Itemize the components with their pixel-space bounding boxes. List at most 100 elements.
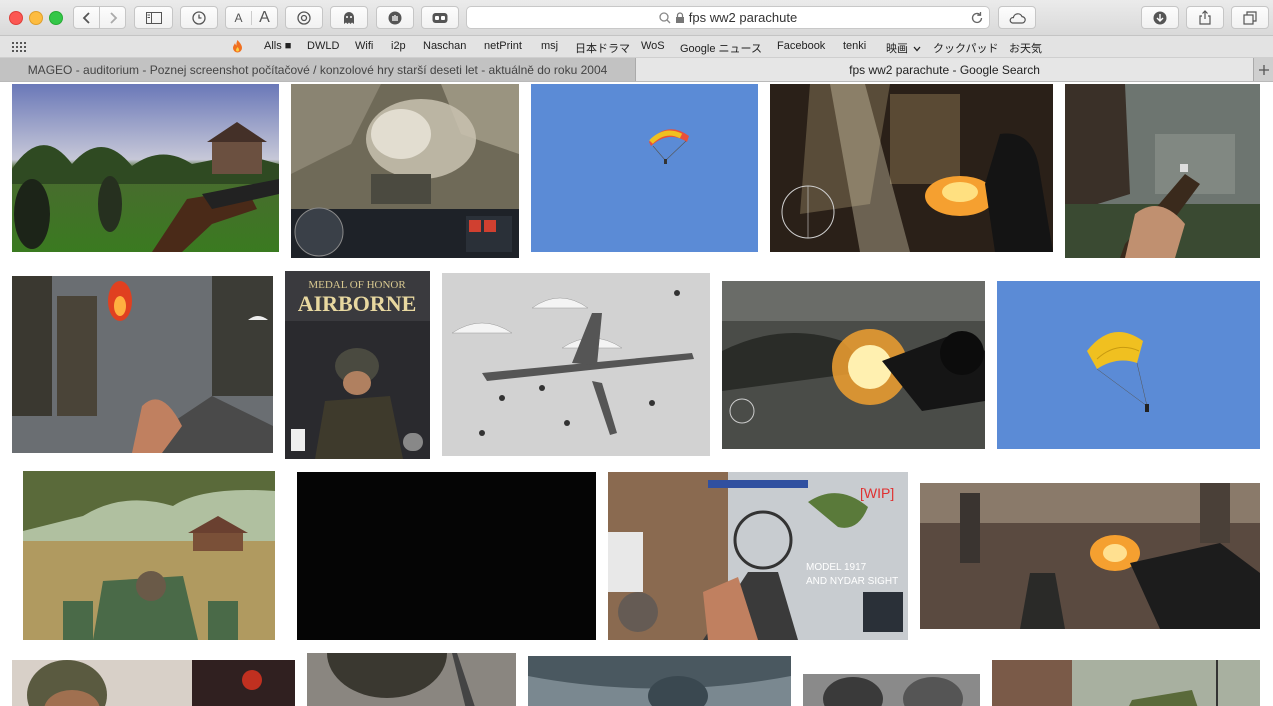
ghost-extension-button[interactable] <box>330 6 368 29</box>
image-result[interactable] <box>992 660 1260 706</box>
paratroopers-plane-image <box>442 273 710 456</box>
image-result[interactable] <box>803 674 980 706</box>
tab-google-search[interactable]: fps ww2 parachute - Google Search <box>636 58 1253 81</box>
image-result[interactable] <box>291 84 519 258</box>
field-soldiers-image <box>12 84 279 252</box>
icloud-button[interactable] <box>998 6 1036 29</box>
bookmark-weather[interactable]: お天気 <box>1009 40 1042 56</box>
share-button[interactable] <box>1186 6 1224 29</box>
image-result[interactable] <box>297 472 596 640</box>
plus-icon <box>1258 64 1269 75</box>
zoom-window-button[interactable] <box>49 11 63 25</box>
image-result[interactable]: MODEL 1917 AND NYDAR SIGHT [WIP] <box>608 472 908 640</box>
reload-icon[interactable] <box>970 11 984 25</box>
image-result[interactable]: MEDAL OF HONOR AIRBORNE <box>285 271 430 459</box>
tab-title: MAGEO - auditorium - Poznej screenshot p… <box>27 62 608 77</box>
minimize-window-button[interactable] <box>29 11 43 25</box>
grid-icon[interactable] <box>12 42 26 52</box>
sniper-muzzle-flash-image <box>722 281 985 449</box>
cover-title-line2: AIRBORNE <box>298 291 417 316</box>
parachute-sky-image <box>531 84 758 252</box>
soldier-portrait-image <box>12 660 295 706</box>
image-result[interactable] <box>997 281 1260 449</box>
street-tank-image <box>992 660 1260 706</box>
text-size-control: A A <box>225 6 278 29</box>
bookmark-google-news[interactable]: Google ニュース <box>680 40 762 56</box>
reader-extension-button[interactable] <box>285 6 323 29</box>
cover-title-line1: MEDAL OF HONOR <box>308 279 406 291</box>
hud-wip-label: [WIP] <box>860 485 894 501</box>
address-bar[interactable]: fps ww2 parachute <box>466 6 990 29</box>
image-result[interactable] <box>307 653 516 706</box>
tab-bar: MAGEO - auditorium - Poznej screenshot p… <box>0 58 1273 82</box>
hud-label-line2: AND NYDAR SIGHT <box>806 576 898 587</box>
cloud-icon <box>1009 12 1026 24</box>
bookmark-dwld[interactable]: DWLD <box>307 40 339 52</box>
bookmark-movies-label: 映画 <box>886 43 908 55</box>
bookmark-netprint[interactable]: netPrint <box>484 40 522 52</box>
forward-button[interactable] <box>99 6 126 29</box>
foggy-forest-gun-image <box>1065 84 1260 258</box>
bookmark-i2p[interactable]: i2p <box>391 40 406 52</box>
bookmark-alls[interactable]: Alls ■ <box>264 40 291 52</box>
bookmark-facebook[interactable]: Facebook <box>777 40 825 52</box>
text-larger-button[interactable]: A <box>252 9 277 27</box>
history-button[interactable] <box>180 6 218 29</box>
image-result[interactable] <box>920 483 1260 629</box>
grayscale-soldiers-image <box>803 674 980 706</box>
machine-gun-field-image <box>23 471 275 640</box>
black-image <box>297 472 596 640</box>
bookmark-msj[interactable]: msj <box>541 40 558 52</box>
ghost-icon <box>344 11 354 24</box>
bookmark-wifi[interactable]: Wifi <box>355 40 373 52</box>
sidebar-button[interactable] <box>134 6 173 29</box>
downloads-button[interactable] <box>1141 6 1179 29</box>
privacy-extension-button[interactable] <box>376 6 414 29</box>
image-result[interactable] <box>1065 84 1260 258</box>
eye-icon <box>297 10 311 25</box>
bookmark-naschan[interactable]: Naschan <box>423 40 466 52</box>
image-result[interactable] <box>442 273 710 456</box>
yellow-parachute-image <box>997 281 1260 449</box>
glasses-extension-button[interactable] <box>421 6 459 29</box>
rifle-scope-hud-image: MODEL 1917 AND NYDAR SIGHT [WIP] <box>608 472 908 640</box>
new-tab-button[interactable] <box>1253 58 1273 81</box>
share-icon <box>1199 10 1211 25</box>
image-result[interactable] <box>770 84 1053 252</box>
lock-icon <box>675 11 684 23</box>
hud-label-line1: MODEL 1917 <box>806 562 867 573</box>
medal-of-honor-cover-image: MEDAL OF HONOR AIRBORNE <box>285 271 430 459</box>
back-button[interactable] <box>73 6 100 29</box>
image-result[interactable] <box>12 276 273 453</box>
address-text: fps ww2 parachute <box>688 10 798 25</box>
image-result[interactable] <box>12 84 279 252</box>
clock-icon <box>192 10 206 25</box>
city-tommygun-image <box>12 276 273 453</box>
church-fire-image <box>770 84 1053 252</box>
image-result[interactable] <box>528 656 791 706</box>
search-icon <box>659 11 671 23</box>
text-smaller-button[interactable]: A <box>226 10 252 25</box>
image-result[interactable] <box>722 281 985 449</box>
bookmark-wos[interactable]: WoS <box>641 40 665 52</box>
rts-battle-image <box>291 84 519 258</box>
image-result[interactable] <box>23 471 275 640</box>
close-window-button[interactable] <box>9 11 23 25</box>
hand-icon <box>388 11 402 24</box>
tower-paratrooper-image <box>307 653 516 706</box>
bookmark-movies-folder[interactable]: 映画 <box>886 40 921 56</box>
tab-overview-button[interactable] <box>1231 6 1269 29</box>
bookmark-japanese-drama[interactable]: 日本ドラマ <box>575 40 630 56</box>
chevron-right-icon <box>109 11 117 24</box>
bookmark-tenki[interactable]: tenki <box>843 40 866 52</box>
image-results-grid: MEDAL OF HONOR AIRBORNE MODEL 1917 AND N… <box>0 82 1273 706</box>
chevron-down-icon <box>913 46 921 52</box>
sidebar-icon <box>145 11 162 24</box>
browser-toolbar: A A fps ww2 parachute <box>0 0 1273 36</box>
aircraft-interior-image <box>528 656 791 706</box>
image-result[interactable] <box>12 660 295 706</box>
bookmark-cookpad[interactable]: クックパッド <box>933 40 998 56</box>
fire-icon[interactable] <box>232 39 243 53</box>
image-result[interactable] <box>531 84 758 252</box>
tab-mageo[interactable]: MAGEO - auditorium - Poznej screenshot p… <box>0 58 636 81</box>
